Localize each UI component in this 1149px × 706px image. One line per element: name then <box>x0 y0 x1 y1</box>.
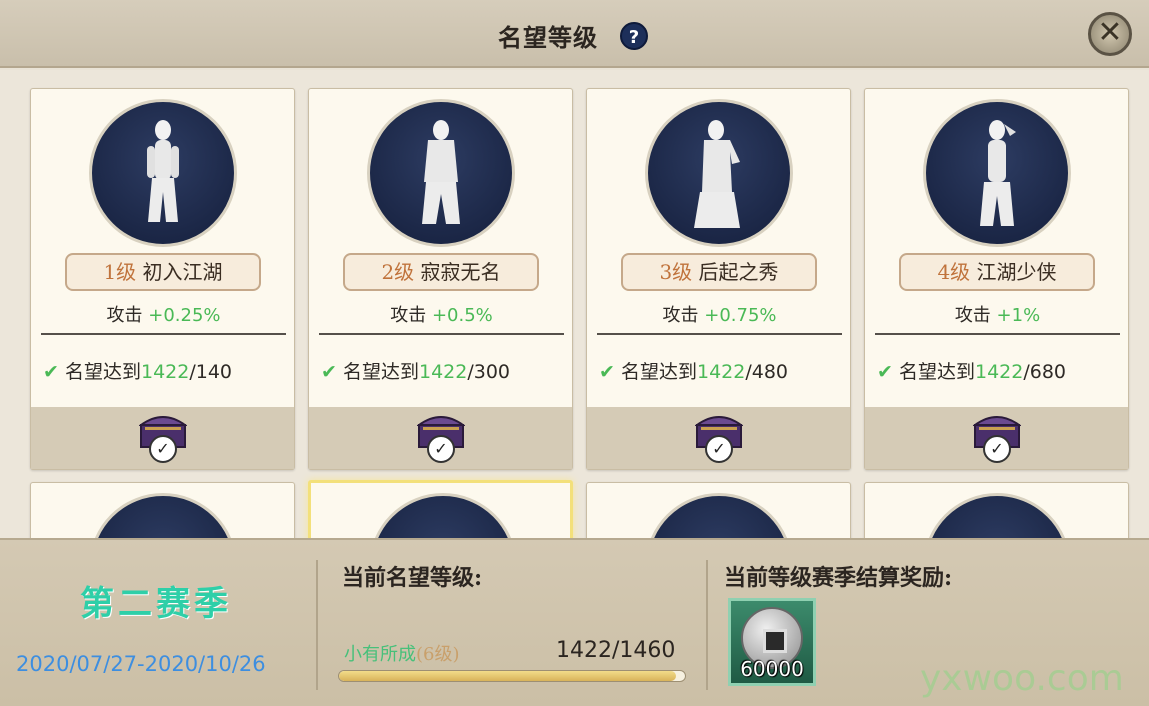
attack-bonus: 攻击 +0.75% <box>587 301 852 327</box>
current-level-label: 当前名望等级: <box>342 565 483 591</box>
check-icon: ✔ <box>43 361 59 383</box>
season-panel: 第二赛季 2020/07/27-2020/10/26 当前名望等级: 小有所成(… <box>0 538 1149 706</box>
level-card-2[interactable]: 2级 寂寂无名 攻击 +0.5% ✔ 名望达到1422/300 ✓ <box>308 88 573 470</box>
divider <box>597 333 842 335</box>
character-portrait <box>645 493 793 538</box>
level-grid[interactable]: 1级 初入江湖 攻击 +0.25% ✔ 名望达到1422/140 ✓ 2级 寂寂… <box>0 70 1149 538</box>
level-number: 2级 <box>381 260 415 284</box>
claimed-check-icon: ✓ <box>983 435 1011 463</box>
level-tag: 1级 初入江湖 <box>65 253 261 291</box>
season-dates: 2020/07/27-2020/10/26 <box>16 652 266 676</box>
level-title: 后起之秀 <box>698 260 779 284</box>
level-card-8[interactable] <box>864 482 1129 538</box>
progress-bar <box>338 670 686 682</box>
level-card-1[interactable]: 1级 初入江湖 攻击 +0.25% ✔ 名望达到1422/140 ✓ <box>30 88 295 470</box>
requirement-label: 名望达到 <box>342 361 419 383</box>
reward-strip: ✓ <box>31 407 294 469</box>
character-portrait <box>367 99 515 247</box>
level-number: 3级 <box>659 260 693 284</box>
requirement: ✔ 名望达到1422/480 <box>599 357 788 384</box>
level-card-4[interactable]: 4级 江湖少侠 攻击 +1% ✔ 名望达到1422/680 ✓ <box>864 88 1129 470</box>
level-number: 4级 <box>937 260 971 284</box>
current-level-title: 小有所成 <box>344 644 416 665</box>
divider <box>875 333 1120 335</box>
attack-bonus: 攻击 +1% <box>865 301 1130 327</box>
requirement-label: 名望达到 <box>898 361 975 383</box>
check-icon: ✔ <box>877 361 893 383</box>
claimed-check-icon: ✓ <box>705 435 733 463</box>
attack-label: 攻击 <box>662 305 699 326</box>
attack-bonus: 攻击 +0.5% <box>309 301 574 327</box>
requirement-current: 1422 <box>140 361 190 383</box>
divider <box>41 333 286 335</box>
progress-text: 1422/1460 <box>556 638 676 663</box>
requirement-current: 1422 <box>696 361 746 383</box>
attack-label: 攻击 <box>106 305 143 326</box>
level-title: 江湖少侠 <box>976 260 1057 284</box>
requirement-target: /680 <box>1023 361 1067 383</box>
level-card-6[interactable] <box>308 480 573 538</box>
current-level-name: 小有所成(6级) <box>344 640 460 666</box>
close-button[interactable]: ✕ <box>1088 12 1132 56</box>
character-portrait <box>89 493 237 538</box>
level-number: 1级 <box>103 260 137 284</box>
check-icon: ✔ <box>599 361 615 383</box>
requirement-target: /300 <box>467 361 511 383</box>
character-portrait <box>89 99 237 247</box>
divider <box>319 333 564 335</box>
requirement-current: 1422 <box>418 361 468 383</box>
progress-fill <box>339 671 676 681</box>
divider <box>706 560 708 690</box>
requirement-target: /480 <box>745 361 789 383</box>
page-title: 名望等级 <box>498 23 598 52</box>
attack-value: +0.75% <box>704 305 777 326</box>
requirement-current: 1422 <box>974 361 1024 383</box>
help-button[interactable]: ? <box>620 22 648 50</box>
level-tag: 3级 后起之秀 <box>621 253 817 291</box>
level-title: 初入江湖 <box>142 260 223 284</box>
divider <box>316 560 318 690</box>
requirement: ✔ 名望达到1422/140 <box>43 357 232 384</box>
attack-bonus: 攻击 +0.25% <box>31 301 296 327</box>
reward-item[interactable]: 60000 <box>728 598 816 686</box>
season-name: 第二赛季 <box>80 584 232 624</box>
character-portrait <box>923 493 1071 538</box>
requirement-label: 名望达到 <box>64 361 141 383</box>
attack-value: +1% <box>996 305 1041 326</box>
level-card-5[interactable] <box>30 482 295 538</box>
character-portrait <box>645 99 793 247</box>
check-icon: ✔ <box>321 361 337 383</box>
requirement: ✔ 名望达到1422/300 <box>321 357 510 384</box>
level-card-3[interactable]: 3级 后起之秀 攻击 +0.75% ✔ 名望达到1422/480 ✓ <box>586 88 851 470</box>
current-level-number: (6级) <box>416 644 460 665</box>
reward-strip: ✓ <box>309 407 572 469</box>
reward-strip: ✓ <box>587 407 850 469</box>
claimed-check-icon: ✓ <box>427 435 455 463</box>
reward-strip: ✓ <box>865 407 1128 469</box>
claimed-check-icon: ✓ <box>149 435 177 463</box>
character-portrait <box>923 99 1071 247</box>
attack-value: +0.5% <box>431 305 493 326</box>
requirement: ✔ 名望达到1422/680 <box>877 357 1066 384</box>
requirement-label: 名望达到 <box>620 361 697 383</box>
character-portrait <box>369 493 517 538</box>
attack-label: 攻击 <box>954 305 991 326</box>
close-icon: ✕ <box>1097 15 1123 50</box>
attack-label: 攻击 <box>390 305 427 326</box>
attack-value: +0.25% <box>148 305 221 326</box>
watermark: yxwoo.com <box>920 658 1124 699</box>
reward-count: 60000 <box>740 657 804 681</box>
level-tag: 2级 寂寂无名 <box>343 253 539 291</box>
requirement-target: /140 <box>189 361 233 383</box>
level-card-7[interactable] <box>586 482 851 538</box>
reward-label: 当前等级赛季结算奖励: <box>724 565 953 591</box>
level-tag: 4级 江湖少侠 <box>899 253 1095 291</box>
level-title: 寂寂无名 <box>420 260 501 284</box>
title-bar: 名望等级 ? ✕ <box>0 0 1149 68</box>
